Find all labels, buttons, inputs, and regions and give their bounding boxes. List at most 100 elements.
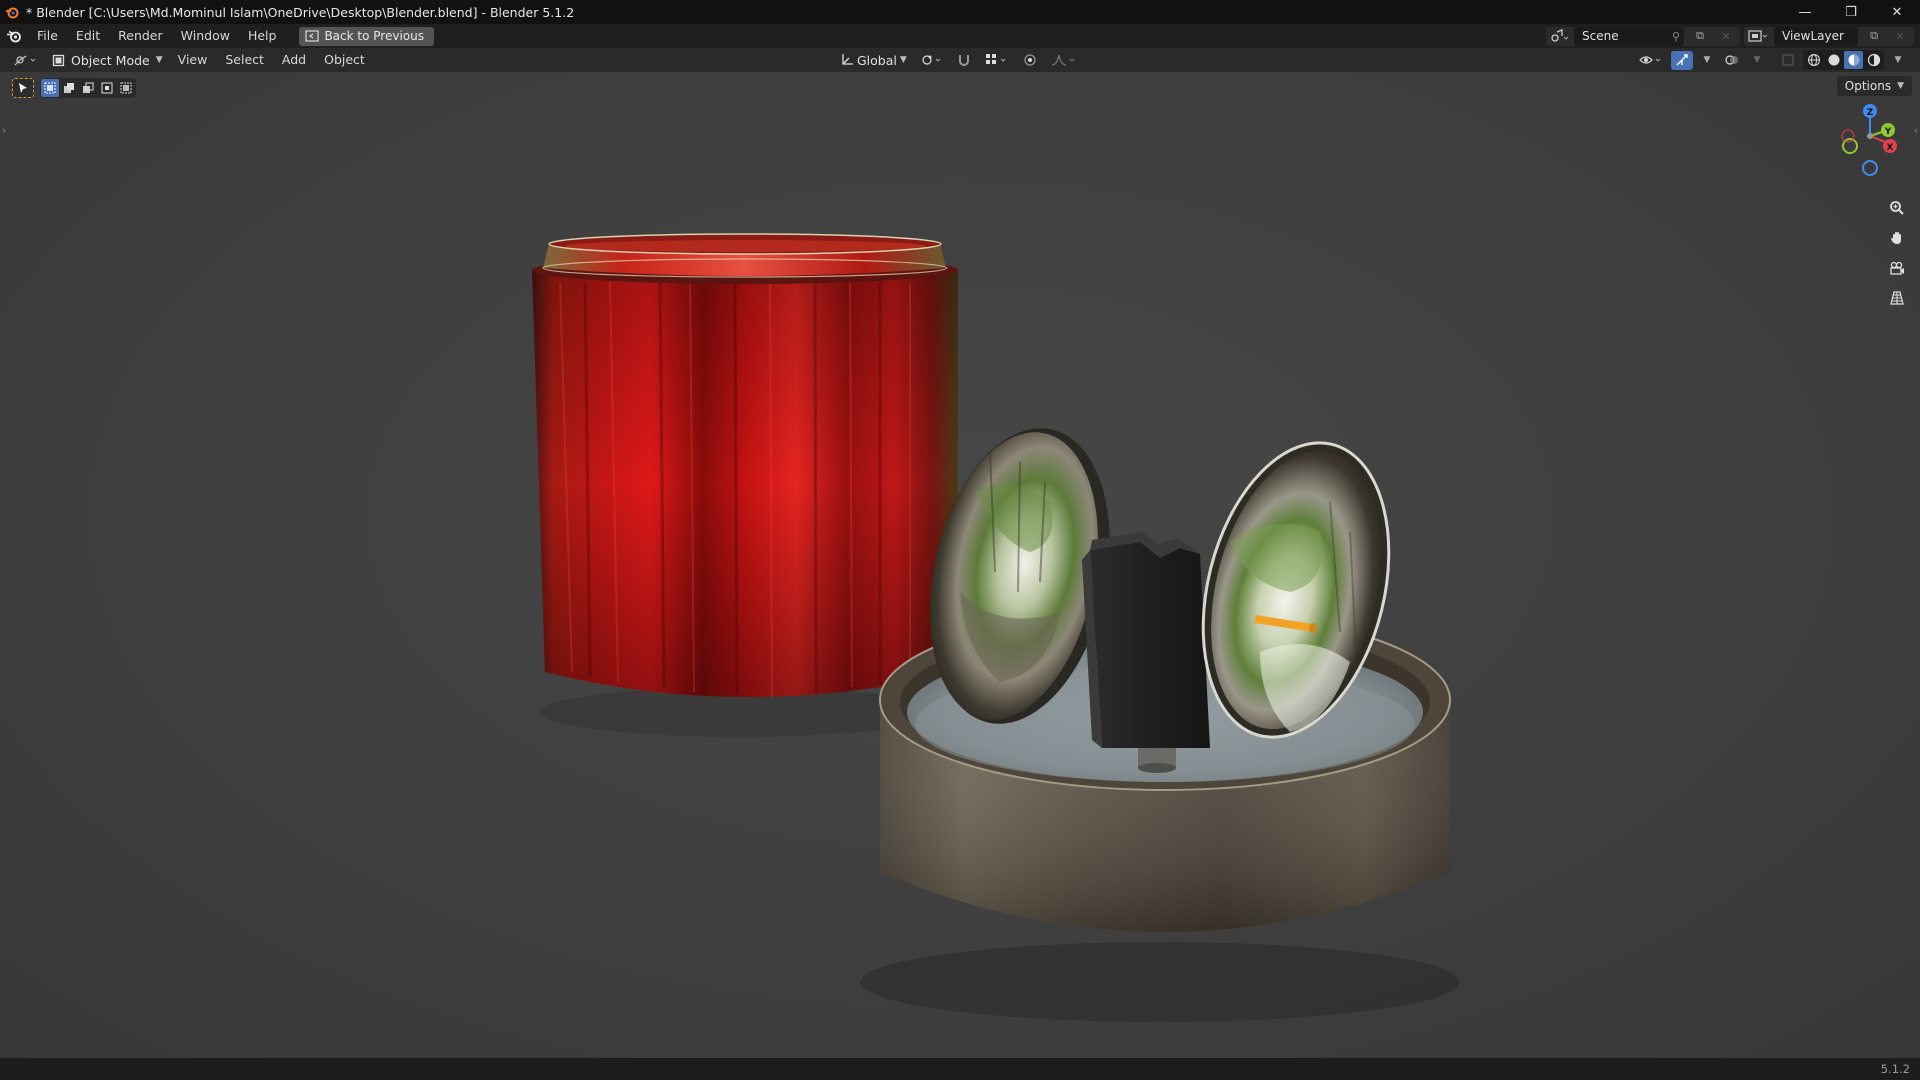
magnet-icon xyxy=(958,55,969,66)
object-mode-dropdown[interactable]: Object Mode ▼ xyxy=(46,50,169,70)
pivot-point-dropdown[interactable] xyxy=(917,51,947,70)
navigation-buttons xyxy=(1884,196,1910,310)
menu-window[interactable]: Window xyxy=(172,24,239,48)
back-to-previous-button[interactable]: Back to Previous xyxy=(299,26,434,46)
close-button[interactable]: ✕ xyxy=(1874,0,1920,24)
select-invert-icon xyxy=(101,82,113,94)
viewport-header: Object Mode ▼ View Select Add Object Glo… xyxy=(0,48,1920,72)
object-mode-icon xyxy=(52,54,65,66)
xray-icon xyxy=(1782,54,1794,66)
wireframe-shading-button[interactable] xyxy=(1804,51,1823,69)
snap-toggle[interactable] xyxy=(953,51,975,70)
scene-selector[interactable]: Scene ⚲ ⧉ ✕ xyxy=(1546,26,1740,46)
scene-controls: Scene ⚲ ⧉ ✕ ViewLayer ⧉ ✕ xyxy=(1546,24,1920,48)
shading-dropdown-icon[interactable]: ▼ xyxy=(1888,51,1908,70)
title-bar: * Blender [C:\Users\Md.Mominul Islam\One… xyxy=(0,0,1920,24)
pan-button[interactable] xyxy=(1884,226,1910,250)
gizmo-neg-z[interactable] xyxy=(1862,160,1878,176)
gizmo-x-label: X xyxy=(1887,143,1894,153)
select-subtract-button[interactable] xyxy=(79,79,97,97)
version-label: 5.1.2 xyxy=(1880,1062,1910,1076)
menu-view[interactable]: View xyxy=(169,48,217,72)
overlay-icon xyxy=(1725,55,1738,65)
viewlayer-icon xyxy=(1748,30,1768,42)
zoom-button[interactable] xyxy=(1884,196,1910,220)
status-bar: 5.1.2 xyxy=(0,1058,1920,1080)
chevron-down-icon: ▼ xyxy=(899,55,907,65)
new-scene-icon[interactable]: ⧉ xyxy=(1690,27,1710,46)
material-preview-shading-button[interactable] xyxy=(1844,51,1863,69)
camera-icon xyxy=(1890,261,1904,275)
menu-select[interactable]: Select xyxy=(216,48,273,72)
falloff-dropdown[interactable] xyxy=(1047,51,1081,70)
window-title: * Blender [C:\Users\Md.Mominul Islam\One… xyxy=(26,4,575,20)
toolbar-expand-arrow-icon[interactable]: › xyxy=(2,124,6,137)
select-extend-button[interactable] xyxy=(60,79,78,97)
delete-viewlayer-icon[interactable]: ✕ xyxy=(1890,27,1910,46)
transform-tools: Global ▼ xyxy=(836,48,1081,72)
menu-file[interactable]: File xyxy=(28,24,67,48)
options-dropdown[interactable]: Options ▼ xyxy=(1836,76,1912,96)
menu-object[interactable]: Object xyxy=(315,48,374,72)
gizmo-x-axis[interactable]: X xyxy=(1883,139,1897,153)
xray-toggle[interactable] xyxy=(1777,51,1799,70)
object-mode-label: Object Mode xyxy=(71,52,150,68)
cursor-icon xyxy=(19,83,27,93)
grid-perspective-icon xyxy=(1890,291,1904,305)
select-intersect-button[interactable] xyxy=(117,79,135,97)
black-center-block[interactable] xyxy=(1082,532,1210,748)
delete-scene-icon[interactable]: ✕ xyxy=(1716,27,1736,46)
menu-help[interactable]: Help xyxy=(239,24,286,48)
rendered-sphere-icon xyxy=(1867,53,1880,67)
back-screen-icon xyxy=(305,30,320,42)
pin-icon[interactable]: ⚲ xyxy=(1672,30,1680,43)
transform-orientation-dropdown[interactable]: Global ▼ xyxy=(836,51,911,70)
snap-target-dropdown[interactable] xyxy=(981,51,1013,70)
maximize-button[interactable]: ❐ xyxy=(1828,0,1874,24)
viewlayer-name-field[interactable]: ViewLayer xyxy=(1774,26,1858,46)
rendered-shading-button[interactable] xyxy=(1864,51,1883,69)
overlay-dropdown-icon[interactable]: ▼ xyxy=(1747,51,1767,70)
hand-icon xyxy=(1891,232,1901,244)
solid-shading-button[interactable] xyxy=(1824,51,1843,69)
3d-viewport[interactable]: Options ▼ › ‹ Z X Y xyxy=(0,72,1920,1058)
3d-scene-render[interactable] xyxy=(0,72,1920,1058)
sidebar-expand-arrow-icon[interactable]: ‹ xyxy=(1914,124,1918,137)
proportional-editing-toggle[interactable] xyxy=(1019,51,1041,70)
overlay-toggle[interactable] xyxy=(1721,51,1743,70)
back-to-previous-label: Back to Previous xyxy=(324,29,424,43)
perspective-toggle-button[interactable] xyxy=(1884,286,1910,310)
select-invert-button[interactable] xyxy=(98,79,116,97)
top-menu-bar: File Edit Render Window Help Back to Pre… xyxy=(0,24,1920,48)
gizmo-z-axis[interactable]: Z xyxy=(1863,104,1877,118)
navigation-gizmo[interactable]: Z X Y xyxy=(1832,102,1902,182)
selection-mode-group xyxy=(40,78,136,98)
viewport-display-controls: ▼ ▼ ▼ xyxy=(1635,48,1908,72)
window-controls: — ❐ ✕ xyxy=(1782,0,1920,24)
menu-render[interactable]: Render xyxy=(109,24,172,48)
camera-view-button[interactable] xyxy=(1884,256,1910,280)
ground-shadow xyxy=(860,942,1460,1022)
blender-logo-icon[interactable] xyxy=(0,24,28,48)
pivot-icon xyxy=(922,55,941,65)
new-viewlayer-icon[interactable]: ⧉ xyxy=(1864,27,1884,46)
select-tool-button[interactable] xyxy=(12,78,34,98)
select-new-button[interactable] xyxy=(41,79,59,97)
gizmo-toggle[interactable] xyxy=(1671,50,1693,70)
red-cylinder-jar[interactable] xyxy=(532,233,958,698)
minimize-button[interactable]: — xyxy=(1782,0,1828,24)
visibility-dropdown[interactable] xyxy=(1635,51,1667,70)
viewlayer-selector[interactable]: ViewLayer ⧉ ✕ xyxy=(1744,26,1914,46)
select-new-icon xyxy=(44,82,56,94)
3d-viewport-icon xyxy=(14,55,36,66)
editor-type-selector[interactable] xyxy=(6,50,46,70)
menu-add[interactable]: Add xyxy=(273,48,315,72)
material-sphere-icon xyxy=(1848,54,1859,66)
scene-name-field[interactable]: Scene ⚲ xyxy=(1574,26,1684,46)
tool-header xyxy=(12,77,136,99)
gizmo-dropdown-icon[interactable]: ▼ xyxy=(1697,51,1717,70)
transform-orientation-label: Global xyxy=(857,52,897,68)
menu-edit[interactable]: Edit xyxy=(67,24,109,48)
scene-icon xyxy=(1551,29,1568,42)
gizmo-y-axis[interactable]: Y xyxy=(1881,123,1895,137)
